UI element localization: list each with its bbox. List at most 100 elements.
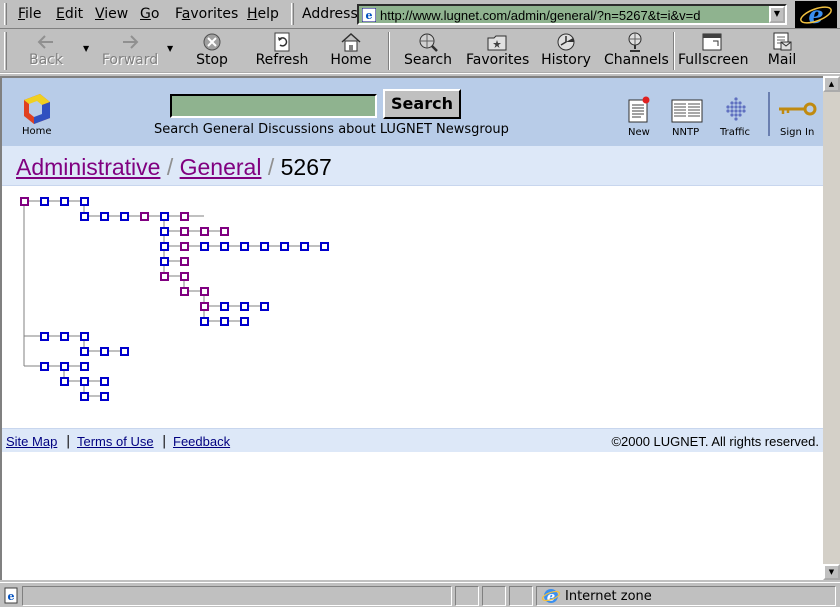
unread-message-node[interactable]	[160, 212, 169, 221]
back-button[interactable]: Back	[24, 31, 68, 71]
menu-bar: File Edit View Go Favorites Help Address…	[0, 0, 840, 29]
unread-message-node[interactable]	[160, 242, 169, 251]
menu-file[interactable]: File	[18, 6, 41, 22]
unread-message-node[interactable]	[220, 302, 229, 311]
vertical-scrollbar[interactable]: ▲ ▼	[823, 76, 840, 580]
unread-message-node[interactable]	[80, 197, 89, 206]
forward-button[interactable]: Forward	[100, 31, 160, 71]
home-button[interactable]: Home	[328, 31, 374, 71]
search-toolbar-button[interactable]: Search	[402, 31, 454, 71]
read-message-node[interactable]	[140, 212, 149, 221]
unread-message-node[interactable]	[200, 317, 209, 326]
read-message-node[interactable]	[220, 227, 229, 236]
unread-message-node[interactable]	[40, 362, 49, 371]
unread-message-node[interactable]	[60, 332, 69, 341]
browser-window: File Edit View Go Favorites Help Address…	[0, 0, 840, 607]
unread-message-node[interactable]	[260, 242, 269, 251]
terms-of-use-link[interactable]: Terms of Use	[77, 434, 154, 449]
unread-message-node[interactable]	[60, 362, 69, 371]
scroll-down-button[interactable]: ▼	[823, 564, 840, 580]
unread-message-node[interactable]	[220, 317, 229, 326]
back-dropdown-arrow[interactable]: ▼	[83, 44, 89, 53]
read-message-node[interactable]	[180, 287, 189, 296]
unread-message-node[interactable]	[240, 317, 249, 326]
unread-message-node[interactable]	[40, 332, 49, 341]
read-message-node[interactable]	[180, 242, 189, 251]
unread-message-node[interactable]	[40, 197, 49, 206]
unread-message-node[interactable]	[60, 377, 69, 386]
address-grip	[291, 3, 294, 25]
key-icon	[779, 102, 817, 116]
address-url[interactable]: http://www.lugnet.com/admin/general/?n=5…	[380, 8, 701, 23]
unread-message-node[interactable]	[160, 257, 169, 266]
home-link-label: Home	[22, 126, 52, 137]
unread-message-node[interactable]	[280, 242, 289, 251]
menu-help[interactable]: Help	[247, 6, 279, 22]
unread-message-node[interactable]	[240, 242, 249, 251]
svg-text:e: e	[366, 9, 373, 22]
scroll-up-button[interactable]: ▲	[823, 76, 840, 92]
unread-message-node[interactable]	[100, 212, 109, 221]
read-message-node[interactable]	[200, 227, 209, 236]
breadcrumb-administrative[interactable]: Administrative	[16, 154, 160, 180]
menu-grip	[4, 3, 7, 25]
thread-tree	[2, 186, 823, 428]
address-dropdown-button[interactable]: ▼	[769, 6, 785, 23]
read-message-node[interactable]	[180, 212, 189, 221]
unread-message-node[interactable]	[80, 377, 89, 386]
unread-message-node[interactable]	[100, 347, 109, 356]
unread-message-node[interactable]	[200, 242, 209, 251]
lugnet-header: Home Search Search General Discussions a…	[2, 78, 823, 146]
channels-button[interactable]: Channels	[604, 31, 669, 71]
internet-zone-icon: e	[541, 589, 561, 605]
unread-message-node[interactable]	[80, 332, 89, 341]
unread-message-node[interactable]	[120, 347, 129, 356]
status-bar: e e Internet zone	[0, 582, 840, 607]
favorites-button[interactable]: Favorites	[466, 31, 529, 71]
read-message-node[interactable]	[180, 272, 189, 281]
history-button[interactable]: History	[540, 31, 592, 71]
menu-go[interactable]: Go	[140, 6, 159, 22]
breadcrumb-general[interactable]: General	[180, 154, 262, 180]
read-message-node[interactable]	[200, 302, 209, 311]
status-panel	[482, 586, 506, 606]
unread-message-node[interactable]	[80, 347, 89, 356]
unread-message-node[interactable]	[220, 242, 229, 251]
unread-message-node[interactable]	[100, 377, 109, 386]
read-message-node[interactable]	[20, 197, 29, 206]
search-button[interactable]: Search	[383, 89, 461, 119]
feedback-link[interactable]: Feedback	[173, 434, 230, 449]
unread-message-node[interactable]	[240, 302, 249, 311]
unread-message-node[interactable]	[320, 242, 329, 251]
unread-message-node[interactable]	[80, 362, 89, 371]
read-message-node[interactable]	[180, 257, 189, 266]
address-bar[interactable]: e http://www.lugnet.com/admin/general/?n…	[357, 4, 787, 25]
site-map-link[interactable]: Site Map	[6, 434, 57, 449]
unread-message-node[interactable]	[60, 197, 69, 206]
page-content: Home Search Search General Discussions a…	[0, 76, 823, 580]
mail-icon	[773, 32, 792, 51]
nntp-label: NNTP	[672, 127, 700, 138]
svg-text:e: e	[8, 590, 15, 603]
unread-message-node[interactable]	[80, 392, 89, 401]
stop-button[interactable]: Stop	[190, 31, 234, 71]
unread-message-node[interactable]	[80, 212, 89, 221]
mail-button[interactable]: Mail	[762, 31, 802, 71]
unread-message-node[interactable]	[260, 302, 269, 311]
unread-message-node[interactable]	[300, 242, 309, 251]
menu-view[interactable]: View	[95, 6, 128, 22]
read-message-node[interactable]	[160, 272, 169, 281]
search-input[interactable]	[170, 94, 377, 118]
unread-message-node[interactable]	[100, 392, 109, 401]
refresh-button[interactable]: Refresh	[254, 31, 310, 71]
unread-message-node[interactable]	[120, 212, 129, 221]
unread-message-node[interactable]	[160, 227, 169, 236]
read-message-node[interactable]	[180, 227, 189, 236]
copyright: ©2000 LUGNET. All rights reserved.	[611, 434, 819, 449]
menu-edit[interactable]: Edit	[56, 6, 83, 22]
forward-dropdown-arrow[interactable]: ▼	[167, 44, 173, 53]
breadcrumb: Administrative / General / 5267	[16, 154, 332, 181]
read-message-node[interactable]	[200, 287, 209, 296]
fullscreen-button[interactable]: Fullscreen	[678, 31, 748, 71]
menu-favorites[interactable]: Favorites	[175, 6, 238, 22]
